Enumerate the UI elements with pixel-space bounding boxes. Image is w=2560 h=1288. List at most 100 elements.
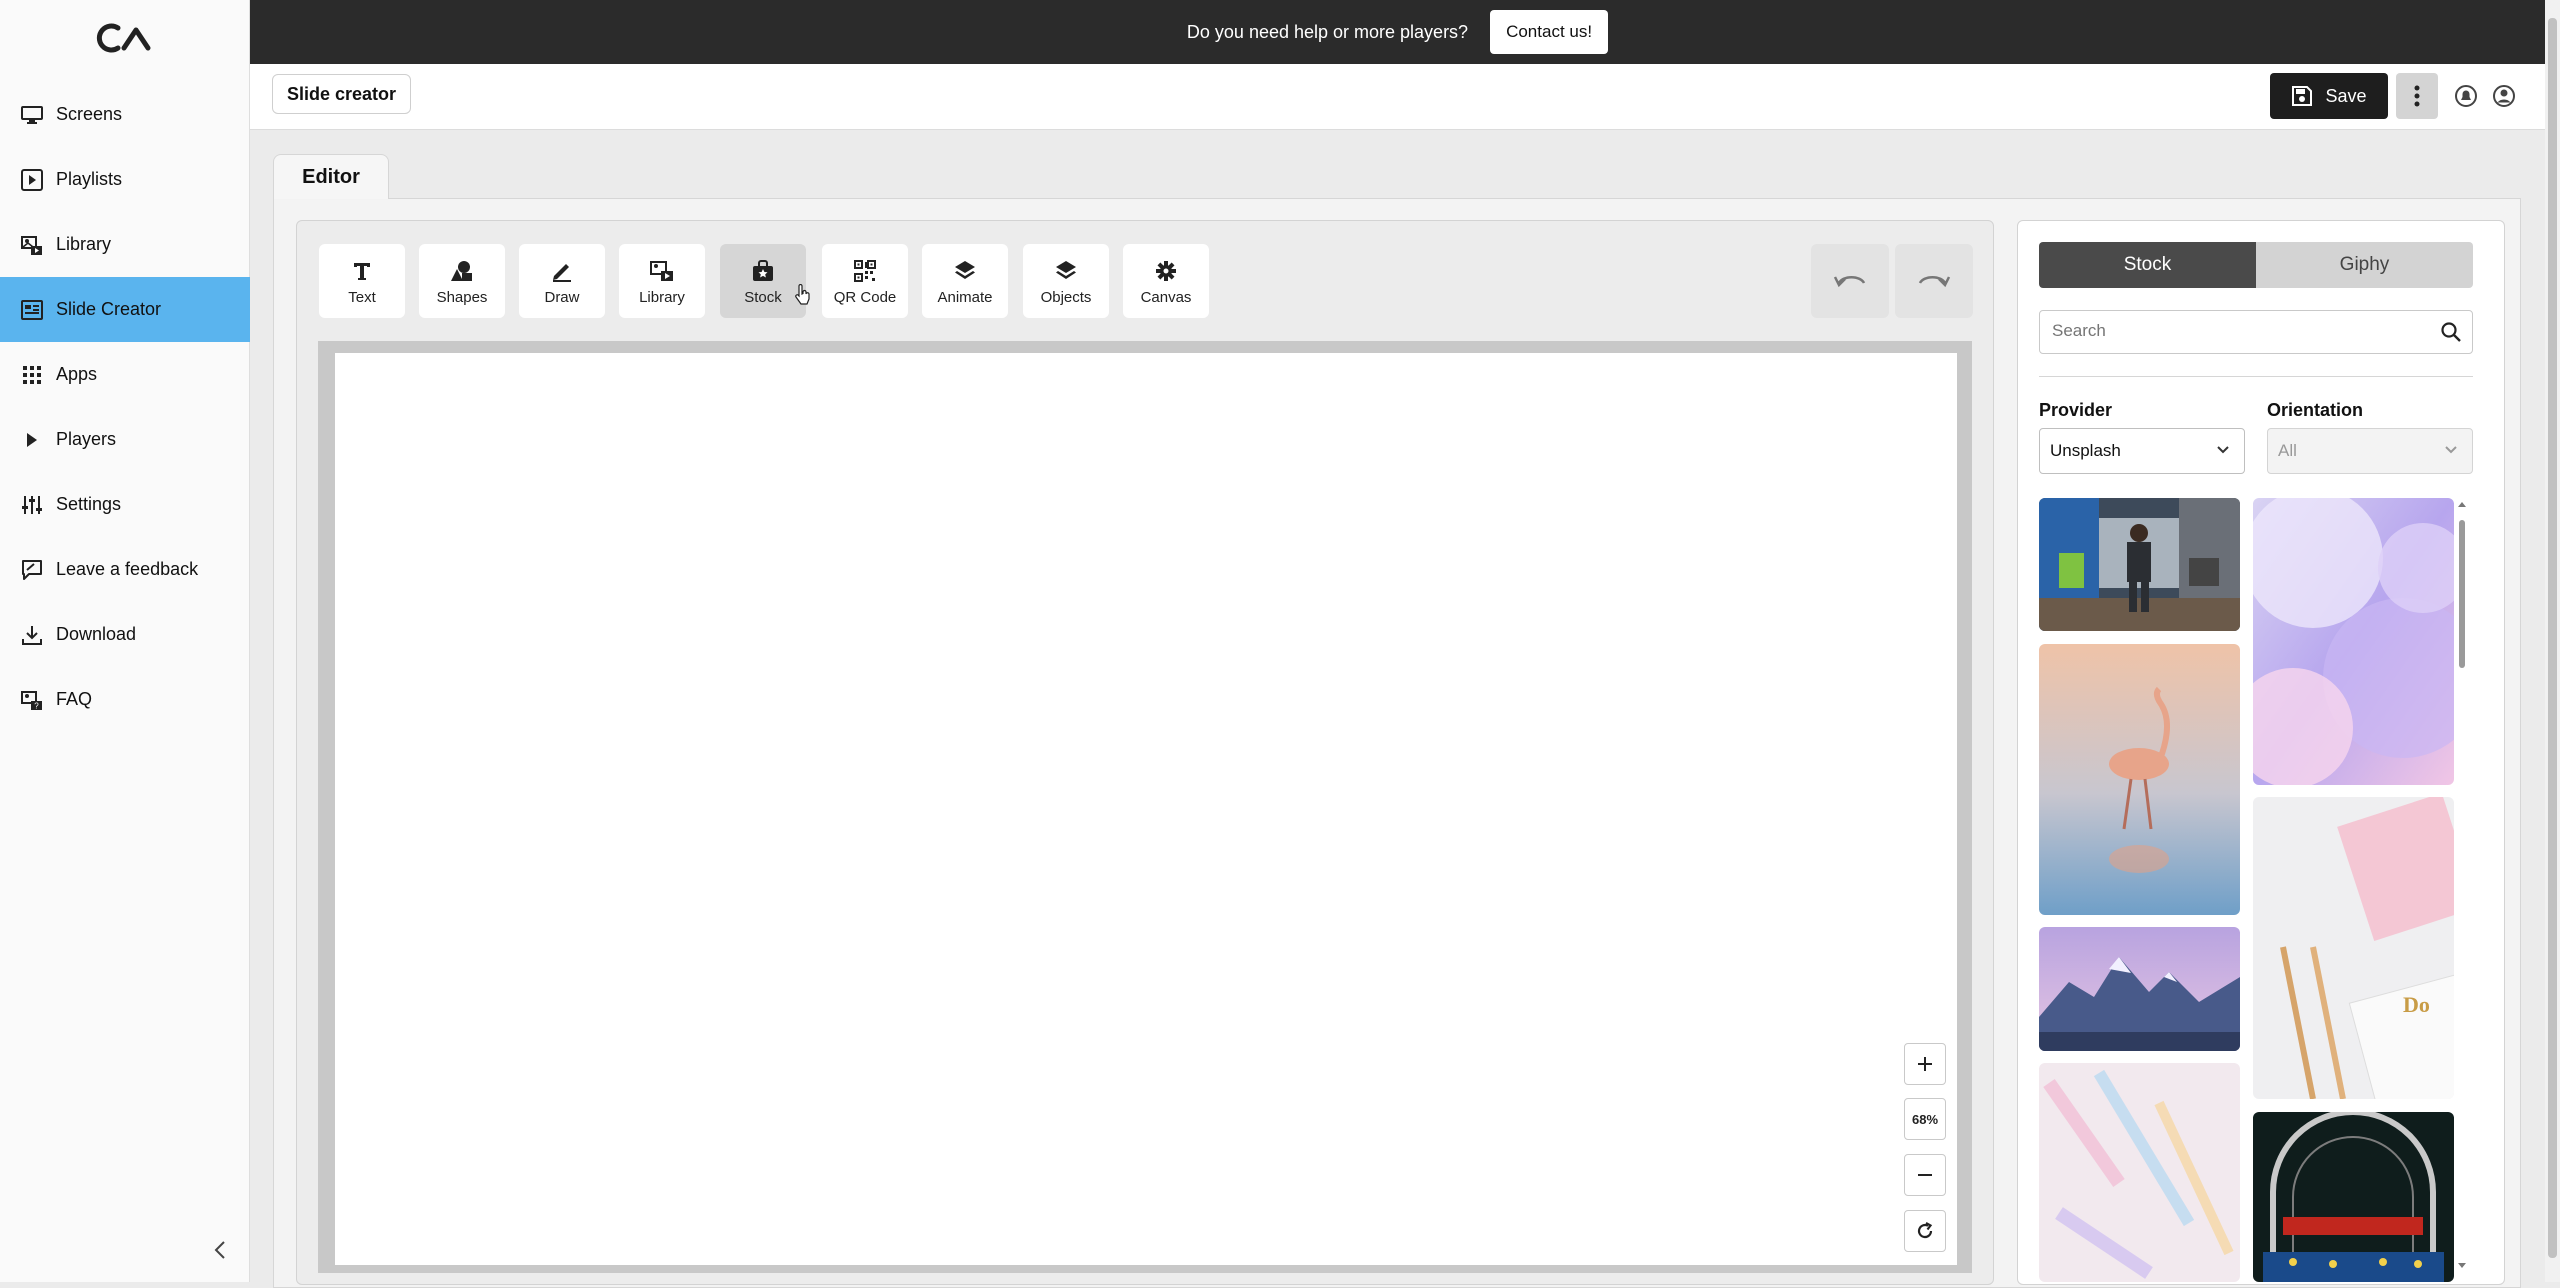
app-logo[interactable] bbox=[96, 22, 154, 54]
apps-grid-icon bbox=[20, 363, 44, 387]
sidebar-item-label: Library bbox=[56, 234, 112, 254]
notifications-icon[interactable] bbox=[2454, 84, 2478, 108]
redo-button[interactable] bbox=[1895, 244, 1973, 318]
chevron-down-icon bbox=[2216, 445, 2230, 455]
sidebar-item-settings[interactable]: Settings bbox=[0, 472, 250, 537]
sidebar-item-apps[interactable]: Apps bbox=[0, 342, 250, 407]
page-scrollbar[interactable] bbox=[2545, 0, 2560, 1282]
sidebar-item-screens[interactable]: Screens bbox=[0, 82, 250, 147]
page-scrollbar-thumb[interactable] bbox=[2548, 18, 2557, 1258]
tool-library[interactable]: Library bbox=[619, 244, 705, 318]
sidebar-item-label: Playlists bbox=[56, 169, 123, 189]
sidebar-item-library[interactable]: Library bbox=[0, 212, 250, 277]
stock-image-thumbnail[interactable] bbox=[2039, 644, 2240, 915]
scroll-up-arrow-icon[interactable] bbox=[2457, 500, 2467, 508]
stock-image-thumbnail[interactable] bbox=[2039, 927, 2240, 1051]
tab-stock[interactable]: Stock bbox=[2039, 242, 2256, 288]
user-account-icon[interactable] bbox=[2492, 84, 2516, 108]
breadcrumb[interactable]: Slide creator bbox=[272, 74, 412, 114]
qr-code-icon bbox=[853, 257, 877, 285]
tool-stock[interactable]: Stock bbox=[720, 244, 806, 318]
slide-canvas[interactable] bbox=[335, 353, 1957, 1265]
orientation-value: All bbox=[2278, 441, 2297, 460]
chevron-down-icon bbox=[2444, 445, 2458, 455]
sliders-icon bbox=[20, 493, 44, 517]
sidebar-item-slide-creator[interactable]: Slide Creator bbox=[0, 277, 250, 342]
scrollbar-thumb[interactable] bbox=[2459, 520, 2465, 668]
text-icon bbox=[353, 257, 371, 285]
library-icon bbox=[650, 257, 674, 285]
sidebar-nav: Screens Playlists Library Slide Creator … bbox=[0, 82, 250, 732]
vertical-dots-icon bbox=[2414, 85, 2420, 107]
layers-icon bbox=[954, 257, 976, 285]
svg-text:Do: Do bbox=[2403, 992, 2430, 1017]
gear-icon bbox=[1155, 257, 1177, 285]
provider-label: Provider bbox=[2039, 400, 2113, 420]
tool-label: Stock bbox=[744, 288, 782, 306]
save-button[interactable]: Save bbox=[2270, 73, 2388, 119]
stock-image-thumbnail[interactable] bbox=[2253, 498, 2454, 785]
tool-label: Canvas bbox=[1140, 288, 1192, 306]
stock-images-scrollbar[interactable] bbox=[2455, 500, 2469, 1280]
tool-canvas[interactable]: Canvas bbox=[1123, 244, 1209, 318]
sidebar: Screens Playlists Library Slide Creator … bbox=[0, 0, 250, 1282]
page-header: Slide creator Save bbox=[250, 64, 2545, 130]
stock-image-thumbnail[interactable] bbox=[2253, 1112, 2454, 1282]
scroll-down-arrow-icon[interactable] bbox=[2457, 1262, 2467, 1270]
tool-draw[interactable]: Draw bbox=[519, 244, 605, 318]
library-icon bbox=[20, 233, 44, 257]
tool-label: QR Code bbox=[833, 288, 897, 306]
tool-label: Shapes bbox=[436, 288, 488, 306]
slide-creator-icon bbox=[20, 298, 44, 322]
objects-layers-icon bbox=[1055, 257, 1077, 285]
sidebar-item-label: Download bbox=[56, 624, 137, 644]
sidebar-item-players[interactable]: Players bbox=[0, 407, 250, 472]
minus-icon bbox=[1916, 1166, 1934, 1184]
stock-source-toggle: Stock Giphy bbox=[2039, 242, 2473, 288]
play-icon bbox=[20, 428, 44, 452]
panel-divider bbox=[2039, 376, 2473, 377]
sidebar-item-label: FAQ bbox=[56, 689, 93, 709]
hand-cursor-icon bbox=[795, 284, 811, 306]
tool-animate[interactable]: Animate bbox=[922, 244, 1008, 318]
collapse-sidebar-button[interactable] bbox=[210, 1238, 230, 1262]
sidebar-item-label: Slide Creator bbox=[56, 299, 162, 319]
stock-image-thumbnail[interactable]: Do bbox=[2253, 797, 2454, 1099]
sidebar-item-label: Settings bbox=[56, 494, 122, 514]
svg-text:?: ? bbox=[34, 701, 39, 710]
undo-icon bbox=[1833, 271, 1867, 291]
tool-qr-code[interactable]: QR Code bbox=[822, 244, 908, 318]
tool-text[interactable]: Text bbox=[319, 244, 405, 318]
sidebar-item-playlists[interactable]: Playlists bbox=[0, 147, 250, 212]
tab-editor[interactable]: Editor bbox=[273, 154, 389, 199]
zoom-level: 68% bbox=[1904, 1098, 1946, 1140]
tool-label: Text bbox=[348, 288, 376, 306]
sidebar-item-label: Screens bbox=[56, 104, 123, 124]
tool-label: Animate bbox=[937, 288, 993, 306]
zoom-out-button[interactable] bbox=[1904, 1154, 1946, 1196]
tool-shapes[interactable]: Shapes bbox=[419, 244, 505, 318]
undo-button[interactable] bbox=[1811, 244, 1889, 318]
orientation-label: Orientation bbox=[2267, 400, 2364, 420]
search-input[interactable] bbox=[2050, 311, 2430, 351]
search-icon[interactable] bbox=[2440, 321, 2462, 343]
reset-zoom-button[interactable] bbox=[1904, 1210, 1946, 1252]
zoom-in-button[interactable] bbox=[1904, 1043, 1946, 1085]
stock-bag-icon bbox=[751, 257, 775, 285]
contact-us-button[interactable]: Contact us! bbox=[1490, 10, 1609, 54]
orientation-select[interactable]: All bbox=[2267, 428, 2473, 474]
tool-objects[interactable]: Objects bbox=[1023, 244, 1109, 318]
redo-icon bbox=[1917, 271, 1951, 291]
tab-giphy[interactable]: Giphy bbox=[2256, 242, 2473, 288]
sidebar-item-label: Leave a feedback bbox=[56, 559, 199, 579]
stock-image-thumbnail[interactable] bbox=[2039, 498, 2240, 631]
more-options-button[interactable] bbox=[2396, 73, 2438, 119]
chevron-left-icon bbox=[210, 1238, 230, 1262]
sidebar-item-feedback[interactable]: Leave a feedback bbox=[0, 537, 250, 602]
provider-select[interactable]: Unsplash bbox=[2039, 428, 2245, 474]
sidebar-item-faq[interactable]: ? FAQ bbox=[0, 667, 250, 732]
stock-image-thumbnail[interactable] bbox=[2039, 1063, 2240, 1282]
stock-search bbox=[2039, 310, 2473, 354]
download-icon bbox=[20, 623, 44, 647]
sidebar-item-download[interactable]: Download bbox=[0, 602, 250, 667]
